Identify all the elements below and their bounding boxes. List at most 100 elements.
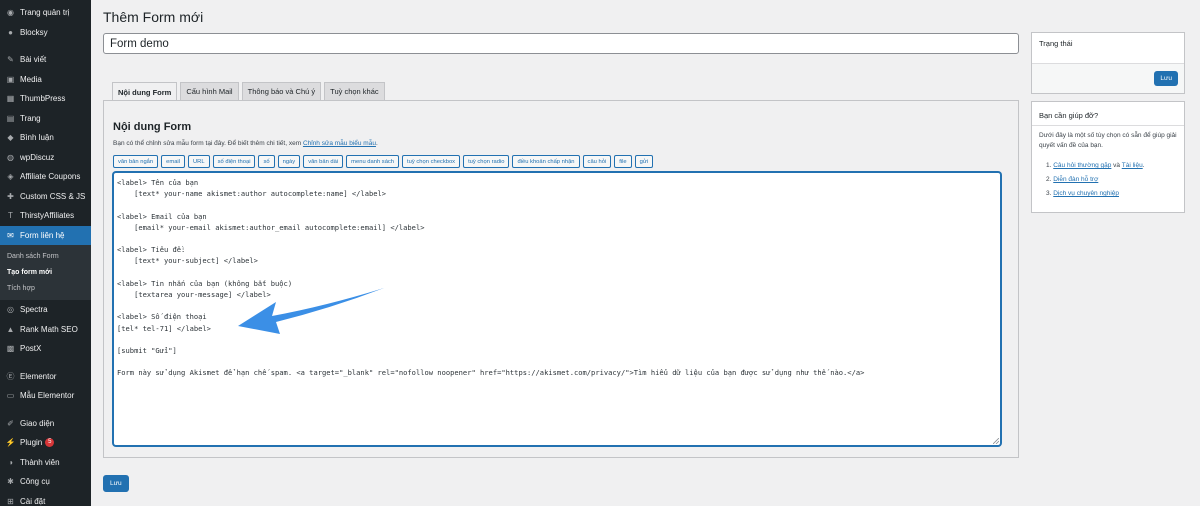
tab-cau-hinh-mail[interactable]: Cấu hình Mail [180,82,239,100]
resize-handle-icon[interactable] [993,438,999,444]
tag-button[interactable]: điều khoản chấp nhận [512,155,580,168]
elementor-icon: Ⓔ [6,371,15,381]
sidebar-item-trang[interactable]: ▤ Trang [0,109,91,129]
faq-link[interactable]: Câu hỏi thường gặp [1053,162,1111,169]
tag-button[interactable]: URL [188,155,210,168]
sidebar-item-elementor[interactable]: Ⓔ Elementor [0,367,91,387]
sidebar-item-postx[interactable]: ▩ PostX [0,339,91,359]
sidebar-item-b-nh-lu-n[interactable]: ◆ Bình luận [0,128,91,148]
panel-desc-end: . [375,140,378,147]
sidebar-item-label: Blocksy [20,27,48,37]
panel-heading: Nội dung Form [113,121,192,133]
sidebar-item-label: ThumbPress [20,94,66,104]
sidebar-item-label: Thành viên [20,457,60,467]
sidebar-item-form-lien-he[interactable]: ✉ Form liên hệ [0,225,91,245]
status-box: Trạng thái Lưu [1031,32,1185,94]
annotation-arrow-icon [238,288,384,334]
tab-tuy-chon-khac[interactable]: Tuỳ chọn khác [324,82,385,100]
sidebar-item-label: Giao diện [20,418,55,428]
sidebar-item-affiliate-coupons[interactable]: ◈ Affiliate Coupons [0,167,91,187]
brush-icon: ✐ [7,418,14,428]
tag-button[interactable]: tuỳ chọn radio [463,155,510,168]
tag-button[interactable]: văn bản ngắn [113,155,159,168]
sidebar-item-th-nh-vi-n[interactable]: ◑ Thành viên [0,453,91,473]
spectra-icon: ◎ [7,305,14,315]
help-divider [1032,125,1184,126]
tab-noi-dung-form[interactable]: Nội dung Form [112,82,178,101]
sidebar-item-thirstyaffiliates[interactable]: T ThirstyAffiliates [0,206,91,226]
tag-button[interactable]: email [161,155,185,168]
sidebar-item-label: Plugin [20,438,43,448]
support-forum-link[interactable]: Diễn đàn hỗ trợ [1053,176,1098,183]
sidebar-item-giao-di-n[interactable]: ✐ Giao diện [0,414,91,434]
panel-description: Bạn có thể chỉnh sửa mẫu form tại đây. Đ… [113,140,378,147]
sidebar-item-spectra[interactable]: ◎ Spectra [0,300,91,320]
help-item-3: 3. Dịch vụ chuyên nghiệp [1046,190,1119,197]
sidebar-item-label: Custom CSS & JS [20,191,86,201]
admin-sidebar: ◉ Trang quản trị ● Blocksy ✎ Bài viết ▣ Media ▦… [0,0,91,506]
sidebar-item-trang-qu-n-tr-[interactable]: ◉ Trang quản trị [0,3,91,23]
sidebar-item-label: Trang quản trị [20,8,70,18]
sidebar-item-label: PostX [20,344,42,354]
tag-button[interactable]: câu hỏi [582,155,612,168]
tab-thong-bao-va-chu-y[interactable]: Thông báo và Chú ý [241,82,322,100]
sidebar-item-label: Công cụ [20,477,50,487]
comment-icon: ◆ [7,133,14,143]
form-content-panel: Nội dung Form Bạn có thể chỉnh sửa mẫu f… [103,100,1019,458]
tag-button[interactable]: văn bản dài [303,155,344,168]
page-title: Thêm Form mới [103,9,204,25]
wrench-icon: ✱ [7,477,14,487]
sidebar-item-label: Trang [20,113,41,123]
sidebar-item-wpdiscuz[interactable]: ◍ wpDiscuz [0,148,91,168]
sidebar-item-label: wpDiscuz [20,152,55,162]
sidebar-item-media[interactable]: ▣ Media [0,70,91,90]
pin-icon: ✎ [7,55,14,65]
tag-button[interactable]: ngày [277,155,301,168]
sidebar-item-m-u-elementor[interactable]: ▭ Mẫu Elementor [0,386,91,406]
submenu-item-danh-sach-form[interactable]: Danh sách Form [0,248,91,264]
sidebar-item-custom-css-js[interactable]: ✚ Custom CSS & JS [0,187,91,207]
help-title: Bạn cần giúp đỡ? [1039,111,1099,120]
edit-template-link[interactable]: Chỉnh sửa mẫu biểu mẫu [303,140,376,147]
update-count-badge: 5 [45,438,55,448]
help-item-2: 2. Diễn đàn hỗ trợ [1046,176,1099,183]
help-item-1-end: . [1142,162,1145,169]
plus-icon: ✚ [7,191,14,201]
docs-link[interactable]: Tài liệu [1122,162,1143,169]
thumbpress-icon: ▦ [6,94,15,104]
tag-button[interactable]: menu danh sách [346,155,400,168]
sidebar-item-label: Bài viết [20,55,47,65]
sidebar-item-blocksy[interactable]: ● Blocksy [0,23,91,43]
folder-icon: ▭ [6,391,15,401]
submenu-item-tich-hop[interactable]: Tích hợp [0,280,91,296]
sidebar-item-thumbpress[interactable]: ▦ ThumbPress [0,89,91,109]
user-icon: ◑ [8,457,13,467]
tag-button[interactable]: số điện thoại [212,155,256,168]
sidebar-item-c-i-t[interactable]: ⊞ Cài đặt [0,492,91,506]
status-title: Trạng thái [1039,39,1073,48]
form-title-input[interactable] [103,33,1019,54]
sidebar-item-label: Media [20,74,42,84]
save-button-side[interactable]: Lưu [1154,71,1178,86]
sidebar-item-plugin[interactable]: ⚡ Plugin 5 [0,433,91,453]
sidebar-item-rank-math-seo[interactable]: ▲ Rank Math SEO [0,320,91,340]
sidebar-item-c-ng-c-[interactable]: ✱ Công cụ [0,472,91,492]
sidebar-item-label: Form liên hệ [20,230,65,240]
sidebar-item-label: Affiliate Coupons [20,172,81,182]
tag-button[interactable]: gửi [634,155,654,168]
discuz-icon: ◍ [7,152,14,162]
form-tabs: Nội dung Form Cấu hình Mail Thông báo và… [112,82,385,101]
sidebar-item-b-i-vi-t[interactable]: ✎ Bài viết [0,50,91,70]
settings-icon: ⊞ [7,496,14,506]
dashboard-icon: ◉ [7,8,14,18]
sidebar-item-label: Bình luận [20,133,54,143]
pro-services-link[interactable]: Dịch vụ chuyên nghiệp [1053,190,1119,197]
form-submenu: Danh sách Form Tạo form mới Tích hợp [0,245,91,300]
tag-button[interactable]: tuỳ chọn checkbox [402,155,461,168]
help-box: Bạn cần giúp đỡ? Dưới đây là một số tùy … [1031,101,1185,213]
submenu-item-tao-form-moi[interactable]: Tạo form mới [0,264,91,280]
save-button[interactable]: Lưu [103,475,129,492]
tag-button[interactable]: file [614,155,632,168]
tag-button[interactable]: số [258,155,275,168]
help-item-1-and: và [1111,162,1122,169]
